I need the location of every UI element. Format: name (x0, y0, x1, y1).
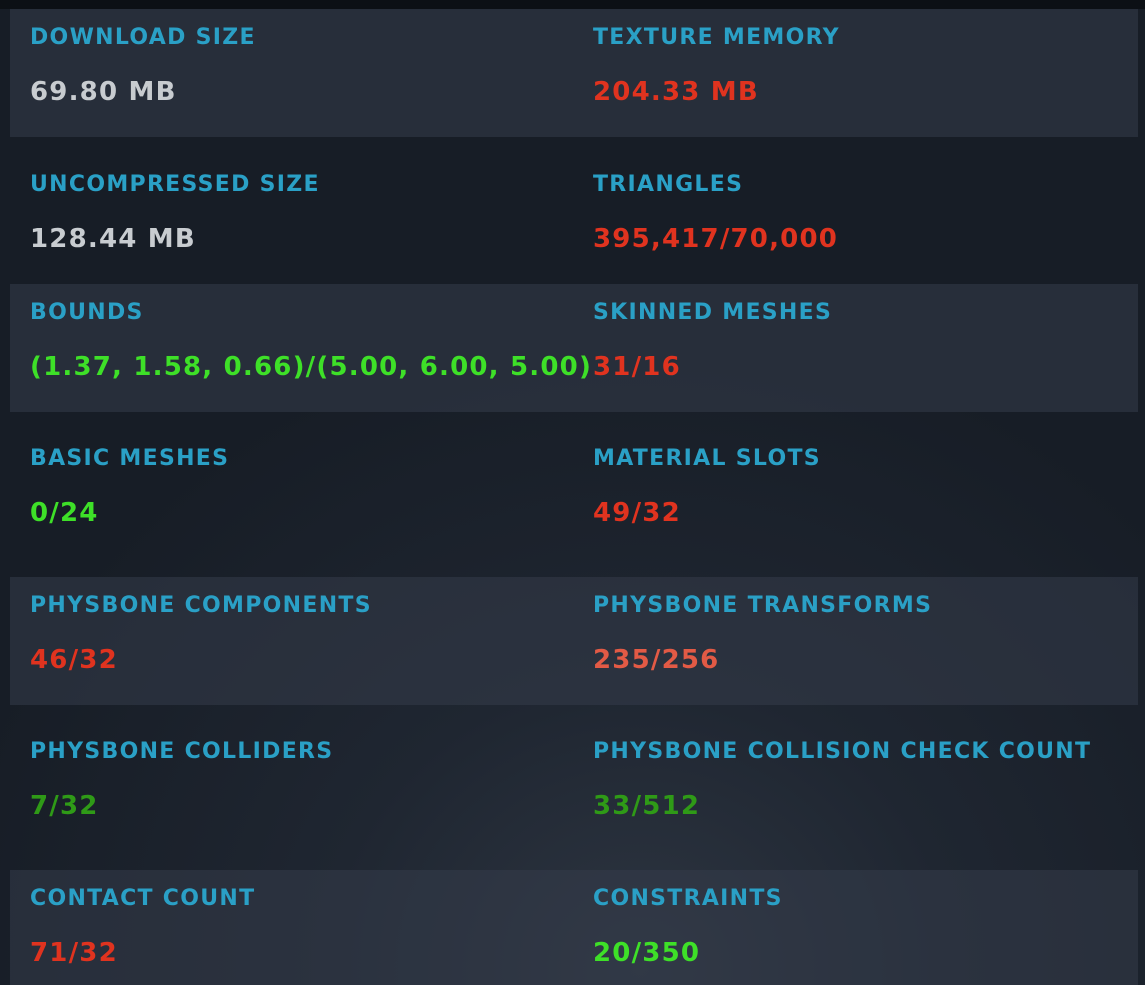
stat-label: TRIANGLES (593, 172, 744, 197)
stat-label: DOWNLOAD SIZE (30, 25, 256, 50)
stat-label: UNCOMPRESSED SIZE (30, 172, 320, 197)
stat-value: 0/24 (30, 498, 99, 528)
stat-row: PHYSBONE COMPONENTS 46/32 PHYSBONE TRANS… (10, 577, 1138, 705)
stat-value: 128.44 MB (30, 224, 196, 254)
stat-value: 7/32 (30, 791, 99, 821)
stat-value: 235/256 (593, 645, 720, 675)
performance-stats-panel: DOWNLOAD SIZE 69.80 MB TEXTURE MEMORY 20… (0, 9, 1145, 985)
stat-value: 395,417/70,000 (593, 224, 839, 254)
stat-value: 69.80 MB (30, 77, 177, 107)
stat-label: PHYSBONE COLLISION CHECK COUNT (593, 739, 1092, 764)
stat-value: (1.37, 1.58, 0.66)/(5.00, 6.00, 5.00) (30, 352, 593, 382)
stat-row: DOWNLOAD SIZE 69.80 MB TEXTURE MEMORY 20… (10, 9, 1138, 137)
stat-value: 31/16 (593, 352, 681, 382)
top-strip (0, 0, 1145, 9)
stat-label: PHYSBONE TRANSFORMS (593, 593, 933, 618)
stat-row: BOUNDS (1.37, 1.58, 0.66)/(5.00, 6.00, 5… (10, 284, 1138, 412)
stat-value: 20/350 (593, 938, 701, 968)
stat-label: CONSTRAINTS (593, 886, 783, 911)
stat-value: 33/512 (593, 791, 701, 821)
stat-row: CONTACT COUNT 71/32 CONSTRAINTS 20/350 (10, 870, 1138, 985)
stat-label: PHYSBONE COMPONENTS (30, 593, 372, 618)
stat-value: 204.33 MB (593, 77, 759, 107)
stat-label: CONTACT COUNT (30, 886, 256, 911)
stat-row: BASIC MESHES 0/24 MATERIAL SLOTS 49/32 (10, 430, 1138, 558)
stat-label: MATERIAL SLOTS (593, 446, 821, 471)
stat-label: PHYSBONE COLLIDERS (30, 739, 334, 764)
stat-row: UNCOMPRESSED SIZE 128.44 MB TRIANGLES 39… (10, 156, 1138, 284)
stat-row: PHYSBONE COLLIDERS 7/32 PHYSBONE COLLISI… (10, 723, 1138, 851)
stat-value: 46/32 (30, 645, 118, 675)
stat-value: 71/32 (30, 938, 118, 968)
stat-label: SKINNED MESHES (593, 300, 833, 325)
stat-label: BASIC MESHES (30, 446, 230, 471)
stat-label: BOUNDS (30, 300, 144, 325)
stat-label: TEXTURE MEMORY (593, 25, 840, 50)
stat-value: 49/32 (593, 498, 681, 528)
